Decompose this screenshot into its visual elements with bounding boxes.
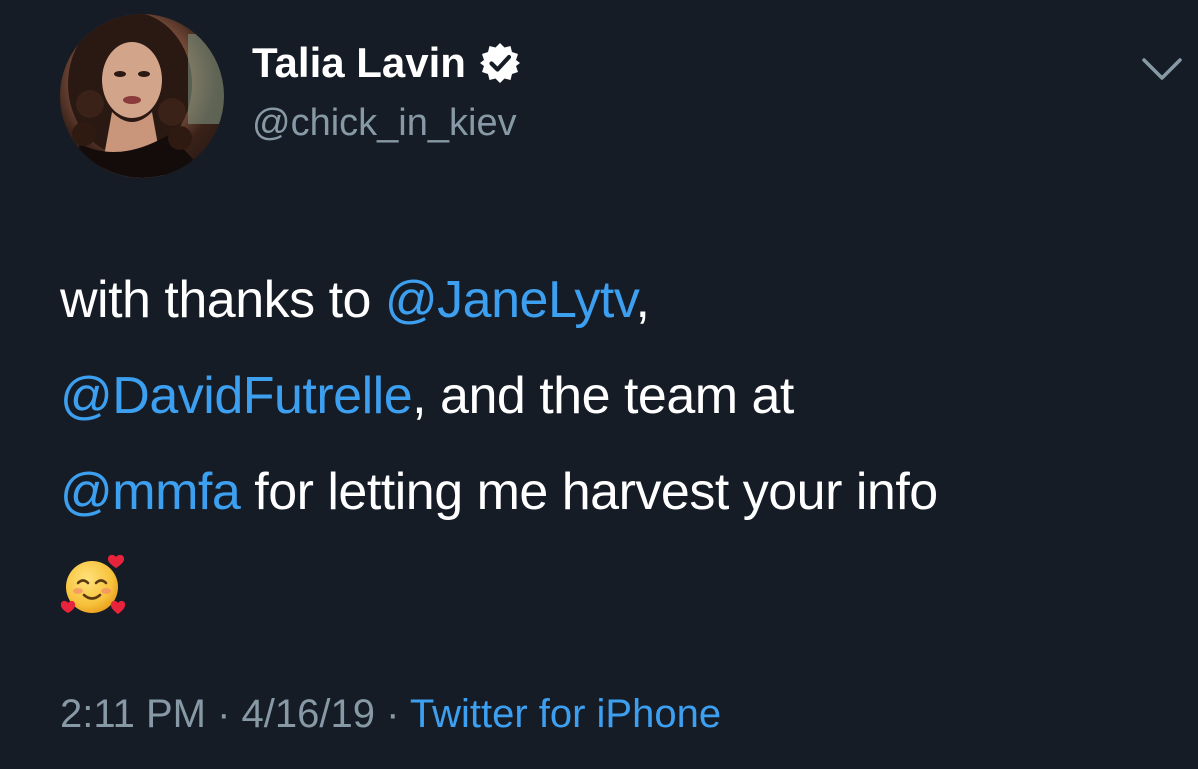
tweet-card: Talia Lavin @chick_in_kiev with thanks t…: [0, 0, 1198, 769]
mention-link-davidfutrelle[interactable]: @DavidFutrelle: [60, 367, 413, 425]
tweet-date: 4/16/19: [241, 692, 376, 736]
smiling-face-with-hearts-icon: [60, 551, 128, 619]
meta-separator: ·: [206, 692, 242, 736]
mention-link-mmfa[interactable]: @mmfa: [60, 463, 241, 521]
avatar-photo-icon: [68, 14, 224, 178]
tweet-text: with thanks to @JaneLytv, @DavidFutrelle…: [60, 252, 1170, 636]
verified-badge-icon: [478, 41, 522, 85]
tweet-text-segment: with thanks to: [60, 271, 385, 329]
tweet-text-segment: , and the team at: [412, 367, 794, 425]
chevron-down-icon[interactable]: [1140, 50, 1184, 86]
display-name-row[interactable]: Talia Lavin: [252, 38, 522, 88]
mention-link-janelytv[interactable]: @JaneLytv: [385, 271, 636, 329]
meta-separator: ·: [375, 692, 410, 736]
tweet-metadata: 2:11 PM · 4/16/19 · Twitter for iPhone: [60, 686, 721, 742]
tweet-text-segment: for letting me harvest your info: [240, 463, 938, 521]
user-handle[interactable]: @chick_in_kiev: [252, 100, 517, 146]
display-name[interactable]: Talia Lavin: [252, 38, 466, 88]
tweet-source-link[interactable]: Twitter for iPhone: [410, 692, 721, 736]
tweet-text-segment: ,: [635, 271, 650, 329]
tweet-time: 2:11 PM: [60, 692, 206, 736]
avatar[interactable]: [60, 14, 224, 178]
